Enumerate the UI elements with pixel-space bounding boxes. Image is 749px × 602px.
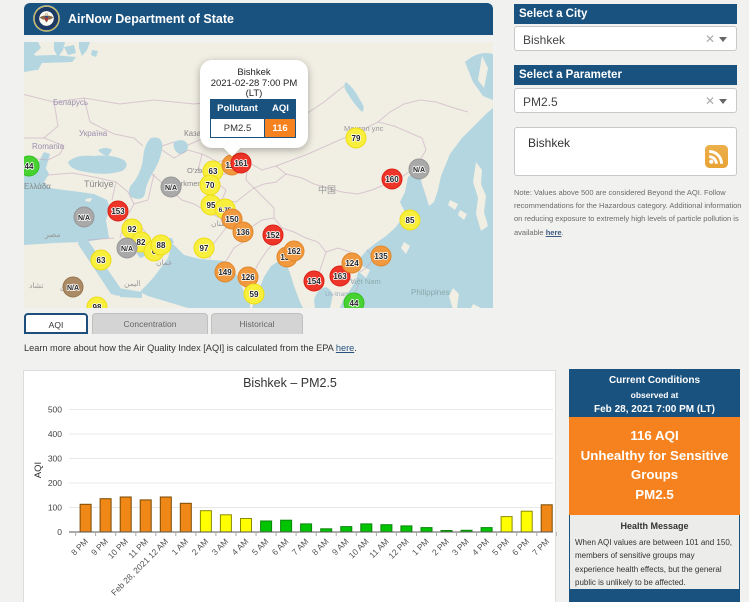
- svg-text:153: 153: [111, 207, 125, 216]
- svg-text:10 AM: 10 AM: [347, 536, 371, 560]
- svg-text:92: 92: [128, 225, 137, 234]
- svg-text:تشاد: تشاد: [29, 281, 43, 290]
- svg-text:149: 149: [218, 268, 232, 277]
- svg-text:Türkiye: Türkiye: [84, 179, 114, 189]
- svg-text:5 AM: 5 AM: [250, 536, 271, 557]
- svg-text:10 PM: 10 PM: [106, 536, 130, 560]
- svg-text:2 AM: 2 AM: [190, 536, 211, 557]
- svg-text:154: 154: [307, 277, 321, 286]
- svg-text:59: 59: [250, 290, 259, 299]
- svg-text:N/A: N/A: [413, 167, 425, 174]
- svg-text:300: 300: [48, 454, 62, 464]
- svg-text:162: 162: [287, 247, 301, 256]
- svg-text:98: 98: [93, 303, 102, 308]
- svg-text:88: 88: [157, 241, 166, 250]
- svg-text:7 PM: 7 PM: [530, 536, 551, 557]
- svg-text:97: 97: [200, 244, 209, 253]
- svg-text:N/A: N/A: [121, 246, 133, 253]
- svg-text:中国: 中国: [318, 184, 336, 195]
- svg-text:مصر: مصر: [44, 230, 61, 239]
- svg-text:100: 100: [48, 503, 62, 513]
- svg-text:82: 82: [137, 238, 146, 247]
- svg-text:135: 135: [374, 252, 388, 261]
- svg-text:6 AM: 6 AM: [270, 536, 291, 557]
- svg-text:8 AM: 8 AM: [310, 536, 331, 557]
- svg-text:Philippines: Philippines: [411, 288, 450, 297]
- svg-text:79: 79: [352, 134, 361, 143]
- svg-text:163: 163: [333, 272, 347, 281]
- svg-text:6 PM: 6 PM: [510, 536, 531, 557]
- svg-text:5 PM: 5 PM: [490, 536, 511, 557]
- svg-text:150: 150: [225, 215, 239, 224]
- svg-text:12 PM: 12 PM: [386, 536, 410, 560]
- svg-text:اليمن: اليمن: [124, 279, 141, 288]
- svg-text:4 AM: 4 AM: [230, 536, 251, 557]
- svg-text:N/A: N/A: [78, 215, 90, 222]
- svg-text:136: 136: [236, 228, 250, 237]
- svg-text:Bishkek – PM2.5: Bishkek – PM2.5: [243, 376, 337, 390]
- svg-text:400: 400: [48, 429, 62, 439]
- svg-text:Беларусь: Беларусь: [53, 98, 88, 107]
- svg-text:85: 85: [406, 216, 415, 225]
- svg-text:8 PM: 8 PM: [69, 536, 90, 557]
- svg-text:1 PM: 1 PM: [410, 536, 431, 557]
- svg-text:124: 124: [345, 259, 359, 268]
- svg-text:3 AM: 3 AM: [210, 536, 231, 557]
- svg-text:Romania: Romania: [32, 142, 65, 151]
- svg-text:44: 44: [25, 162, 34, 171]
- svg-text:2 PM: 2 PM: [430, 536, 451, 557]
- svg-text:160: 160: [385, 175, 399, 184]
- svg-text:0: 0: [57, 527, 62, 537]
- svg-text:4 PM: 4 PM: [470, 536, 491, 557]
- svg-text:500: 500: [48, 405, 62, 415]
- svg-text:7 AM: 7 AM: [290, 536, 311, 557]
- svg-text:Việt Nam: Việt Nam: [350, 277, 381, 286]
- svg-text:44: 44: [350, 299, 359, 308]
- svg-text:161: 161: [234, 159, 248, 168]
- svg-text:152: 152: [266, 231, 280, 240]
- svg-text:70: 70: [206, 181, 215, 190]
- svg-text:Україна: Україна: [79, 129, 108, 138]
- svg-text:1 AM: 1 AM: [169, 536, 190, 557]
- svg-text:126: 126: [241, 273, 255, 282]
- svg-text:Ελλάδα: Ελλάδα: [24, 182, 51, 191]
- svg-text:N/A: N/A: [67, 285, 79, 292]
- svg-text:200: 200: [48, 478, 62, 488]
- svg-text:11 AM: 11 AM: [367, 536, 391, 560]
- svg-text:AQI: AQI: [33, 462, 44, 478]
- svg-text:3 PM: 3 PM: [450, 536, 471, 557]
- svg-text:N/A: N/A: [165, 185, 177, 192]
- svg-text:63: 63: [97, 256, 106, 265]
